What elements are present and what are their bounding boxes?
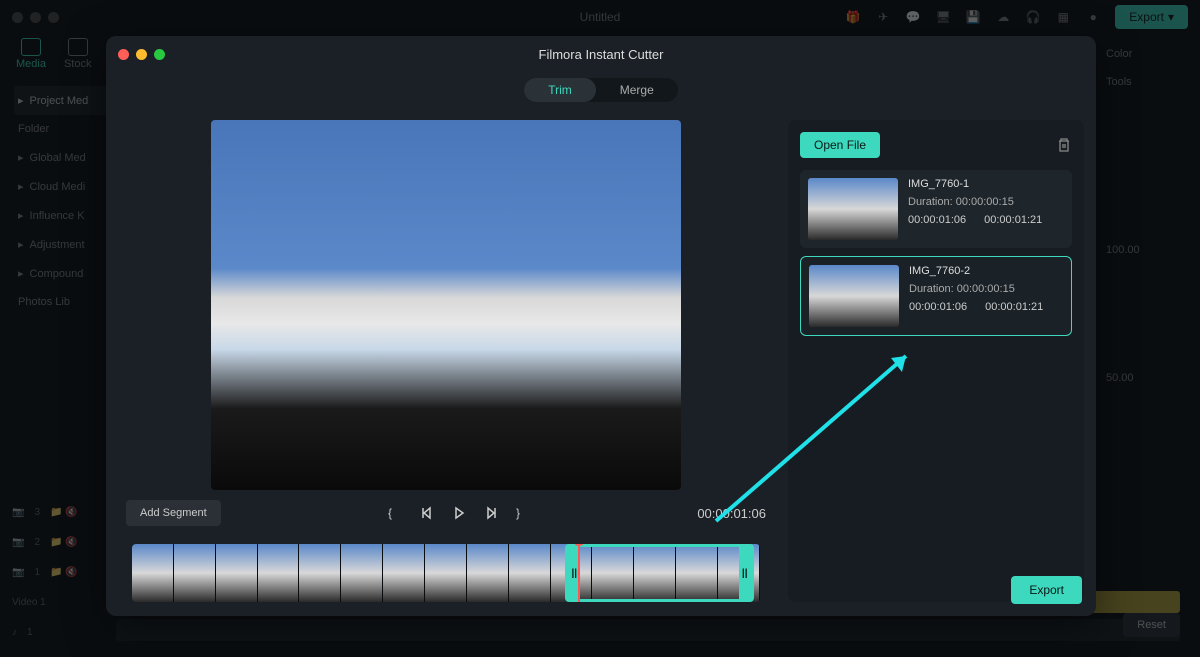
avatar-icon[interactable]: ●: [1085, 9, 1101, 25]
sidebar-global-media[interactable]: ▸Global Med: [14, 143, 114, 172]
modal-maximize-icon[interactable]: [154, 49, 165, 60]
track-label-1: 📷 1 📁 🔇: [12, 557, 102, 587]
right-panel: Color Tools 100.00 50.00: [1106, 40, 1186, 392]
modal-export-button[interactable]: Export: [1011, 576, 1082, 604]
play-icon[interactable]: [452, 506, 466, 520]
clip-thumbnail: [808, 178, 898, 240]
traffic-lights: [12, 12, 59, 23]
sidebar-influence[interactable]: ▸Influence K: [14, 201, 114, 230]
add-segment-button[interactable]: Add Segment: [126, 500, 221, 526]
clip-times: 00:00:01:0600:00:01:21: [908, 214, 1064, 226]
sidebar-folder[interactable]: Folder: [14, 115, 114, 143]
preview-controls: Add Segment { } 00:00:01:06: [118, 490, 774, 536]
filmstrip-playhead[interactable]: [578, 544, 580, 602]
send-icon[interactable]: ✈: [875, 9, 891, 25]
sidebar-project-media[interactable]: ▸Project Med: [14, 86, 114, 115]
tab-stock[interactable]: Stock: [64, 38, 92, 70]
apps-icon[interactable]: ▦: [1055, 9, 1071, 25]
sidebar-adjustment[interactable]: ▸Adjustment: [14, 230, 114, 259]
clips-panel: Open File IMG_7760-1 Duration: 00:00:00:…: [788, 120, 1084, 602]
message-icon[interactable]: 💬: [905, 9, 921, 25]
clip-thumbnail: [809, 265, 899, 327]
track-empty[interactable]: [116, 619, 1180, 641]
instant-cutter-modal: Filmora Instant Cutter Trim Merge Add Se…: [106, 36, 1096, 616]
minimize-window-icon[interactable]: [30, 12, 41, 23]
modal-minimize-icon[interactable]: [136, 49, 147, 60]
bracket-end-icon[interactable]: }: [516, 506, 530, 520]
cloud-icon[interactable]: ☁: [995, 9, 1011, 25]
right-value2: 50.00: [1106, 364, 1186, 392]
clip-name: IMG_7760-2: [909, 265, 1063, 277]
modal-body: Add Segment { } 00:00:01:06 || ||: [106, 112, 1096, 602]
track-label-audio1: ♪ 1: [12, 617, 102, 647]
clip-card-2[interactable]: IMG_7760-2 Duration: 00:00:00:15 00:00:0…: [800, 256, 1072, 336]
reset-button[interactable]: Reset: [1123, 613, 1180, 637]
sidebar: ▸Project Med Folder ▸Global Med ▸Cloud M…: [14, 86, 114, 316]
close-window-icon[interactable]: [12, 12, 23, 23]
next-frame-icon[interactable]: [484, 506, 498, 520]
timecode-display: 00:00:01:06: [697, 506, 766, 521]
main-titlebar: Untitled 🎁 ✈ 💬 🖥 💾 ☁ 🎧 ▦ ● Export▾: [0, 0, 1200, 34]
titlebar-actions: 🎁 ✈ 💬 🖥 💾 ☁ 🎧 ▦ ● Export▾: [845, 5, 1188, 29]
right-color[interactable]: Color: [1106, 40, 1186, 68]
preview-column: Add Segment { } 00:00:01:06 || ||: [118, 120, 774, 602]
sidebar-cloud-media[interactable]: ▸Cloud Medi: [14, 172, 114, 201]
modal-close-icon[interactable]: [118, 49, 129, 60]
mode-tabs: Trim Merge: [106, 72, 1096, 112]
filmstrip-selection[interactable]: || ||: [565, 544, 753, 602]
clip-card-1[interactable]: IMG_7760-1 Duration: 00:00:00:15 00:00:0…: [800, 170, 1072, 248]
prev-frame-icon[interactable]: [420, 506, 434, 520]
tab-media[interactable]: Media: [16, 38, 46, 70]
trash-icon[interactable]: [1056, 137, 1072, 153]
modal-title: Filmora Instant Cutter: [539, 47, 664, 62]
open-file-button[interactable]: Open File: [800, 132, 880, 158]
trim-handle-right[interactable]: ||: [739, 547, 751, 599]
clip-name: IMG_7760-1: [908, 178, 1064, 190]
right-tools[interactable]: Tools: [1106, 68, 1186, 96]
save-icon[interactable]: 💾: [965, 9, 981, 25]
maximize-window-icon[interactable]: [48, 12, 59, 23]
clip-duration: Duration: 00:00:00:15: [909, 283, 1063, 295]
mode-tab-trim[interactable]: Trim: [524, 78, 596, 102]
track-label-3: 📷 3 📁 🔇: [12, 497, 102, 527]
clip-duration: Duration: 00:00:00:15: [908, 196, 1064, 208]
track-label-video1: Video 1: [12, 587, 102, 617]
track-labels: 📷 3 📁 🔇 📷 2 📁 🔇 📷 1 📁 🔇 Video 1 ♪ 1: [12, 497, 102, 647]
chevron-down-icon: ▾: [1168, 10, 1174, 24]
preview-image: [211, 120, 681, 490]
right-value: 100.00: [1106, 236, 1186, 264]
monitor-icon[interactable]: 🖥: [935, 9, 951, 25]
clip-times: 00:00:01:0600:00:01:21: [909, 301, 1063, 313]
main-export-button[interactable]: Export▾: [1115, 5, 1188, 29]
bracket-start-icon[interactable]: {: [388, 506, 402, 520]
filmstrip[interactable]: || ||: [132, 544, 760, 602]
mode-tab-merge[interactable]: Merge: [596, 78, 678, 102]
sidebar-compound[interactable]: ▸Compound: [14, 259, 114, 288]
clips-header: Open File: [800, 132, 1072, 158]
headphones-icon[interactable]: 🎧: [1025, 9, 1041, 25]
modal-traffic-lights: [118, 49, 165, 60]
project-title: Untitled: [580, 10, 621, 24]
sidebar-photos[interactable]: Photos Lib: [14, 288, 114, 316]
modal-titlebar: Filmora Instant Cutter: [106, 36, 1096, 72]
track-label-2: 📷 2 📁 🔇: [12, 527, 102, 557]
gift-icon[interactable]: 🎁: [845, 9, 861, 25]
